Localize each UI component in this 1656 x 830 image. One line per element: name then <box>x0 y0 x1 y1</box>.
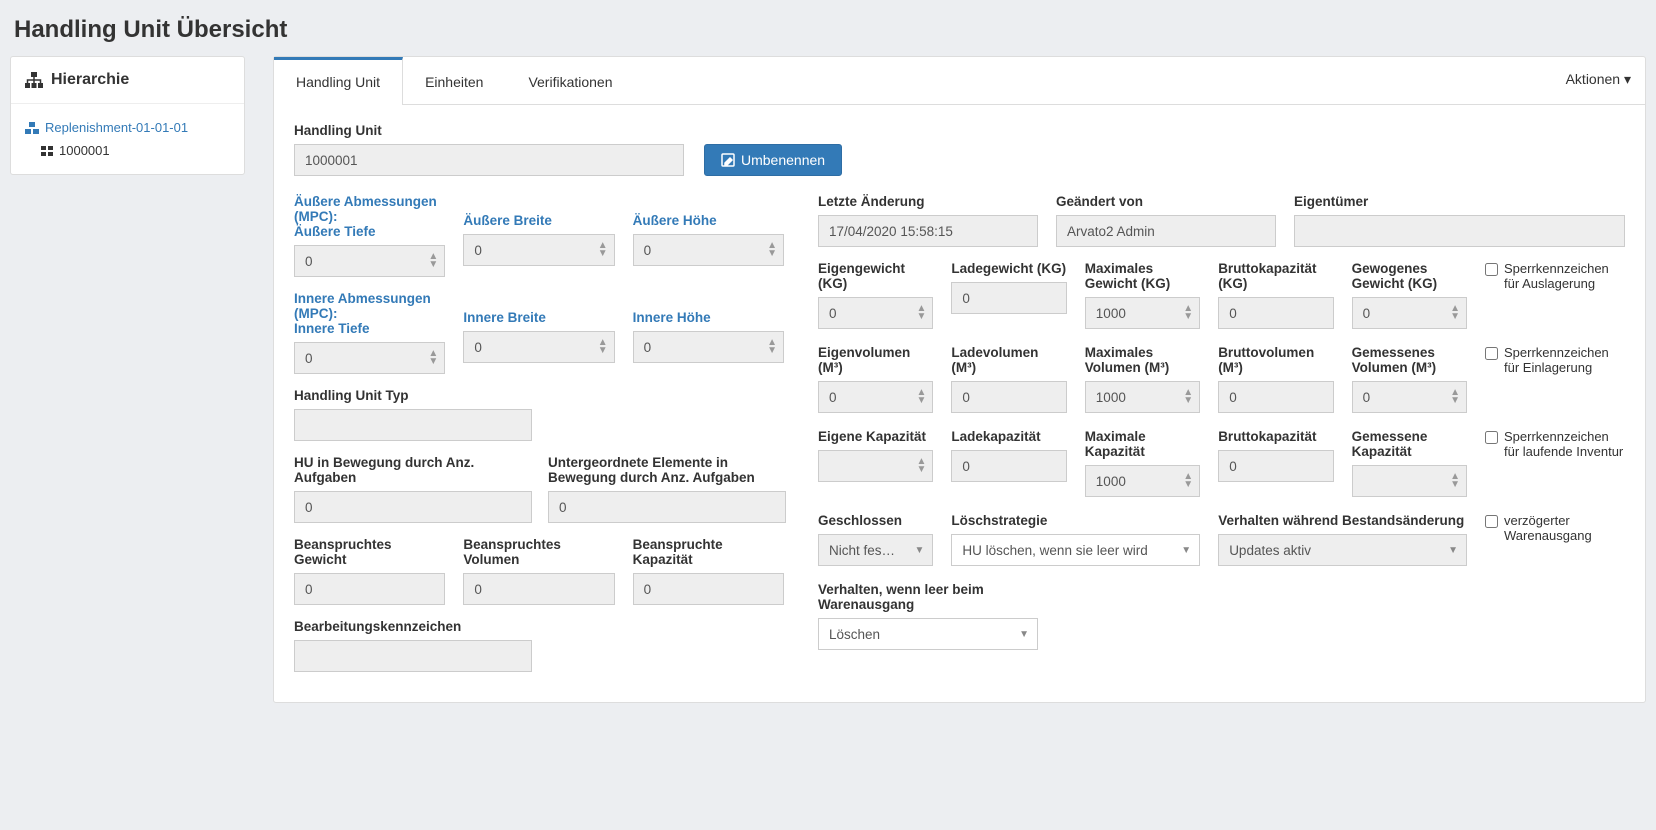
inner-width-input[interactable]: 0▲▼ <box>463 331 614 363</box>
hu-moving-label: HU in Bewegung durch Anz. Aufgaben <box>294 455 530 485</box>
closed-label: Geschlossen <box>818 513 933 528</box>
changed-by-input[interactable] <box>1056 215 1276 247</box>
claimed-weight-label: Beanspruchtes Gewicht <box>294 537 445 567</box>
hu-id-input[interactable] <box>294 144 684 176</box>
tabs: Handling Unit Einheiten Verifikationen <box>274 57 1645 105</box>
sub-moving-input[interactable] <box>548 491 786 523</box>
own-volume-input[interactable]: 0▲▼ <box>818 381 933 413</box>
max-volume-input[interactable]: 1000▲▼ <box>1085 381 1200 413</box>
own-capacity-input[interactable]: ▲▼ <box>818 450 933 482</box>
max-volume-label: Maximales Volumen (M³) <box>1085 345 1200 375</box>
proc-flag-label: Bearbeitungskennzeichen <box>294 619 784 634</box>
caret-down-icon: ▾ <box>1624 71 1631 87</box>
actions-label: Aktionen <box>1566 71 1620 87</box>
max-capacity-input[interactable]: 1000▲▼ <box>1085 465 1200 497</box>
delayed-outbound-check[interactable]: verzögerter Warenausgang <box>1485 513 1625 543</box>
claimed-weight-input[interactable] <box>294 573 445 605</box>
tab-einheiten[interactable]: Einheiten <box>403 57 506 104</box>
rename-label: Umbenennen <box>741 152 825 168</box>
stock-behavior-select[interactable]: Updates aktiv▼ <box>1218 534 1467 566</box>
sub-moving-label: Untergeordnete Elemente in Bewegung durc… <box>548 455 784 485</box>
last-change-label: Letzte Änderung <box>818 194 1038 209</box>
outer-dim-header[interactable]: Äußere Abmessungen (MPC):Äußere Tiefe <box>294 194 445 239</box>
owner-label: Eigentümer <box>1294 194 1625 209</box>
max-weight-label: Maximales Gewicht (KG) <box>1085 261 1200 291</box>
del-strategy-label: Löschstrategie <box>951 513 1200 528</box>
load-volume-label: Ladevolumen (M³) <box>951 345 1066 375</box>
max-capacity-label: Maximale Kapazität <box>1085 429 1200 459</box>
tab-handling-unit[interactable]: Handling Unit <box>274 57 403 105</box>
actions-menu[interactable]: Aktionen ▾ <box>1566 71 1631 88</box>
meas-weight-input[interactable]: 0▲▼ <box>1352 297 1467 329</box>
proc-flag-input[interactable] <box>294 640 532 672</box>
gross-weight-input[interactable] <box>1218 297 1333 329</box>
outer-width-input[interactable]: 0▲▼ <box>463 234 614 266</box>
rename-button[interactable]: Umbenennen <box>704 144 842 176</box>
own-weight-input[interactable]: 0▲▼ <box>818 297 933 329</box>
grid-icon <box>41 146 53 156</box>
inner-height-label[interactable]: Innere Höhe <box>633 310 784 325</box>
outer-depth-input[interactable]: 0▲▼ <box>294 245 445 277</box>
inner-width-label[interactable]: Innere Breite <box>463 310 614 325</box>
lock-outbound-check[interactable]: Sperrkennzeichen für Auslagerung <box>1485 261 1625 291</box>
inner-height-input[interactable]: 0▲▼ <box>633 331 784 363</box>
main-panel: Handling Unit Einheiten Verifikationen A… <box>273 56 1646 703</box>
hu-type-label: Handling Unit Typ <box>294 388 784 403</box>
load-weight-label: Ladegewicht (KG) <box>951 261 1066 276</box>
inner-dim-header[interactable]: Innere Abmessungen (MPC):Innere Tiefe <box>294 291 445 336</box>
meas-volume-label: Gemessenes Volumen (M³) <box>1352 345 1467 375</box>
load-volume-input[interactable] <box>951 381 1066 413</box>
own-capacity-label: Eigene Kapazität <box>818 429 933 444</box>
meas-volume-input[interactable]: 0▲▼ <box>1352 381 1467 413</box>
outer-height-label[interactable]: Äußere Höhe <box>633 213 784 228</box>
meas-capacity-input[interactable]: ▲▼ <box>1352 465 1467 497</box>
meas-weight-label: Gewogenes Gewicht (KG) <box>1352 261 1467 291</box>
empty-behavior-label: Verhalten, wenn leer beim Warenausgang <box>818 582 1038 612</box>
stock-behavior-label: Verhalten während Bestandsänderung <box>1218 513 1467 528</box>
gross-volume-input[interactable] <box>1218 381 1333 413</box>
load-capacity-label: Ladekapazität <box>951 429 1066 444</box>
gross-volume-label: Bruttovolumen (M³) <box>1218 345 1333 375</box>
own-weight-label: Eigengewicht (KG) <box>818 261 933 291</box>
tree-child-label: 1000001 <box>59 143 110 158</box>
inner-depth-input[interactable]: 0▲▼ <box>294 342 445 374</box>
load-weight-input[interactable] <box>951 282 1066 314</box>
del-strategy-select[interactable]: HU löschen, wenn sie leer wird▼ <box>951 534 1200 566</box>
hu-type-input[interactable] <box>294 409 532 441</box>
max-weight-input[interactable]: 1000▲▼ <box>1085 297 1200 329</box>
tree-root[interactable]: Replenishment-01-01-01 <box>19 116 236 139</box>
boxes-icon <box>25 122 39 134</box>
empty-behavior-select[interactable]: Löschen▼ <box>818 618 1038 650</box>
own-volume-label: Eigenvolumen (M³) <box>818 345 933 375</box>
outer-width-label[interactable]: Äußere Breite <box>463 213 614 228</box>
hu-label: Handling Unit <box>294 123 684 138</box>
sitemap-icon <box>25 72 43 88</box>
tree-child[interactable]: 1000001 <box>19 139 236 162</box>
lock-inbound-check[interactable]: Sperrkennzeichen für Einlagerung <box>1485 345 1625 375</box>
claimed-capacity-label: Beanspruchte Kapazität <box>633 537 784 567</box>
owner-input[interactable] <box>1294 215 1625 247</box>
hu-moving-input[interactable] <box>294 491 532 523</box>
page-title: Handling Unit Übersicht <box>0 0 1656 56</box>
outer-height-input[interactable]: 0▲▼ <box>633 234 784 266</box>
tree-root-label: Replenishment-01-01-01 <box>45 120 188 135</box>
last-change-input[interactable] <box>818 215 1038 247</box>
closed-select[interactable]: Nicht fes…▼ <box>818 534 933 566</box>
gross-weight-label: Bruttokapazität (KG) <box>1218 261 1333 291</box>
changed-by-label: Geändert von <box>1056 194 1276 209</box>
claimed-capacity-input[interactable] <box>633 573 784 605</box>
claimed-volume-label: Beanspruchtes Volumen <box>463 537 614 567</box>
gross-capacity-input[interactable] <box>1218 450 1333 482</box>
load-capacity-input[interactable] <box>951 450 1066 482</box>
meas-capacity-label: Gemessene Kapazität <box>1352 429 1467 459</box>
gross-capacity-label: Bruttokapazität <box>1218 429 1333 444</box>
claimed-volume-input[interactable] <box>463 573 614 605</box>
tab-verifikationen[interactable]: Verifikationen <box>506 57 635 104</box>
lock-inventory-check[interactable]: Sperrkennzeichen für laufende Inventur <box>1485 429 1625 459</box>
hierarchy-panel: Hierarchie Replenishment-01-01-01 100000… <box>10 56 245 175</box>
edit-icon <box>721 153 735 167</box>
hierarchy-header: Hierarchie <box>11 57 244 104</box>
hierarchy-label: Hierarchie <box>51 71 129 89</box>
